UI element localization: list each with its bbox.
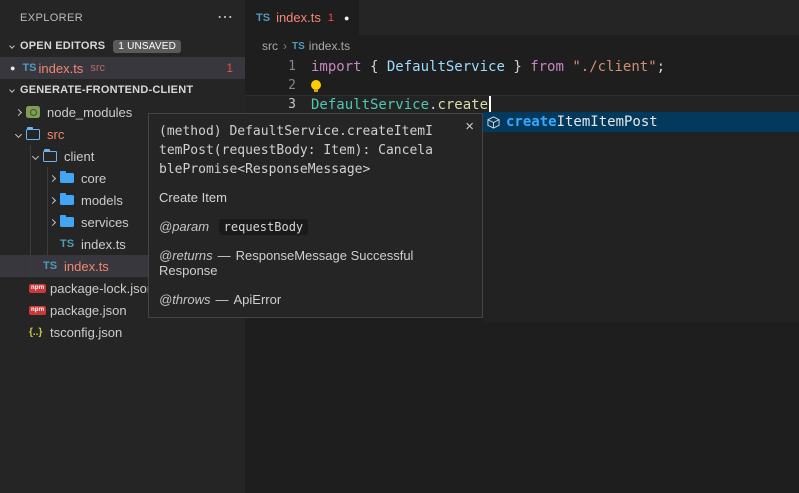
suggestion-create-item-item-post[interactable]: createItemItemPost xyxy=(483,112,799,132)
json-braces-icon: {..} xyxy=(29,321,47,343)
tree-item-label: index.ts xyxy=(61,259,109,274)
lightbulb-icon[interactable] xyxy=(311,80,321,90)
chevron-spacer xyxy=(13,299,29,321)
dash: — xyxy=(216,292,229,307)
open-editors-section-header[interactable]: OPEN EDITORS 1 UNSAVED xyxy=(0,35,245,57)
hover-doc-widget: × (method) DefaultService.createItemI te… xyxy=(148,113,483,318)
tree-item-label: core xyxy=(78,171,106,186)
unsaved-badge: 1 UNSAVED xyxy=(113,40,181,53)
tree-item-label: src xyxy=(44,127,64,142)
tree-item-label: index.ts xyxy=(78,237,126,252)
tree-item-label: models xyxy=(78,193,123,208)
code-area[interactable]: 1 import { DefaultService } from "./clie… xyxy=(245,57,799,114)
typescript-file-icon: TS xyxy=(292,41,305,52)
hover-description: Create Item xyxy=(159,190,472,205)
folder-icon xyxy=(60,211,78,233)
open-editor-file-name: index.ts xyxy=(39,61,84,76)
workspace-label: GENERATE-FRONTEND-CLIENT xyxy=(20,84,193,96)
line-number: 3 xyxy=(245,97,296,112)
hover-signature-line: blePromise<ResponseMessage> xyxy=(159,160,472,179)
method-cube-icon xyxy=(487,116,500,129)
hover-signature-line: temPost(requestBody: Item): Cancela xyxy=(159,141,472,160)
chevron-down-icon xyxy=(4,35,20,57)
npm-file-icon: npm xyxy=(29,299,47,321)
explorer-header: EXPLORER ⋯ xyxy=(0,0,245,35)
chevron-down-icon xyxy=(4,79,20,101)
tab-error-count: 1 xyxy=(328,12,334,24)
folder-icon xyxy=(60,189,78,211)
open-editors-label: OPEN EDITORS xyxy=(20,40,105,52)
tree-item-label: package-lock.json xyxy=(47,281,154,296)
throws-text: ApiError xyxy=(234,292,282,307)
vscode-window: EXPLORER ⋯ OPEN EDITORS 1 UNSAVED ● TS i… xyxy=(0,0,799,493)
node-modules-folder-icon xyxy=(26,101,44,123)
tree-item-label: tsconfig.json xyxy=(47,325,122,340)
hover-param-line: @param requestBody xyxy=(159,219,472,234)
more-actions-icon[interactable]: ⋯ xyxy=(217,10,233,26)
typescript-file-icon: TS xyxy=(60,233,78,255)
chevron-down-icon xyxy=(10,123,26,145)
npm-file-icon: npm xyxy=(29,277,47,299)
text-cursor xyxy=(489,96,491,113)
chevron-right-icon xyxy=(10,101,26,123)
typescript-file-icon: TS xyxy=(256,12,270,24)
workspace-section-header[interactable]: GENERATE-FRONTEND-CLIENT xyxy=(0,79,245,101)
explorer-title: EXPLORER xyxy=(20,12,217,24)
chevron-spacer xyxy=(13,321,29,343)
chevron-spacer xyxy=(13,277,29,299)
breadcrumb-separator: › xyxy=(283,39,287,53)
tree-item-label: package.json xyxy=(47,303,127,318)
typescript-file-icon: TS xyxy=(43,255,61,277)
tree-item-label: client xyxy=(61,149,94,164)
jsdoc-tag: @param xyxy=(159,219,209,234)
indent-guide xyxy=(47,167,48,255)
hover-signature-line: (method) DefaultService.createItemI xyxy=(159,122,472,141)
tree-item-label: services xyxy=(78,215,129,230)
dirty-dot-icon[interactable]: ● xyxy=(10,63,15,73)
suggestion-match-text: create xyxy=(506,114,557,130)
hover-returns-line: @returns—ResponseMessage Successful Resp… xyxy=(159,248,464,278)
tab-file-name: index.ts xyxy=(276,10,321,25)
folder-open-icon xyxy=(43,145,61,167)
hover-throws-line: @throws — ApiError xyxy=(159,292,472,307)
dirty-dot-icon[interactable]: ● xyxy=(344,13,349,23)
tab-bar: TS index.ts 1 ● xyxy=(245,0,799,35)
suggestion-rest-text: ItemItemPost xyxy=(557,114,658,130)
open-editor-item-index-ts[interactable]: ● TS index.ts src 1 xyxy=(0,57,245,79)
line-number: 1 xyxy=(245,59,296,74)
tab-index-ts[interactable]: TS index.ts 1 ● xyxy=(245,0,359,35)
error-count-badge: 1 xyxy=(226,61,233,75)
suggest-widget: createItemItemPost xyxy=(483,112,799,323)
folder-icon xyxy=(60,167,78,189)
jsdoc-tag: @throws xyxy=(159,292,211,307)
tree-item-tsconfig-json[interactable]: {..} tsconfig.json xyxy=(0,321,245,343)
folder-open-icon xyxy=(26,123,44,145)
typescript-file-icon: TS xyxy=(22,62,36,74)
indent-guide xyxy=(30,145,31,277)
line-number: 2 xyxy=(245,78,296,93)
param-name-badge: requestBody xyxy=(219,219,308,235)
breadcrumb: src › TS index.ts xyxy=(245,35,799,57)
jsdoc-tag: @returns xyxy=(159,248,213,263)
code-line-2: 2 xyxy=(245,76,799,95)
open-editor-file-path: src xyxy=(90,62,105,74)
breadcrumb-file[interactable]: index.ts xyxy=(309,39,350,53)
tree-item-label: node_modules xyxy=(44,105,132,120)
close-icon[interactable]: × xyxy=(465,118,474,135)
dash: — xyxy=(218,248,231,263)
breadcrumb-dir[interactable]: src xyxy=(262,39,278,53)
code-line-1: 1 import { DefaultService } from "./clie… xyxy=(245,57,799,76)
